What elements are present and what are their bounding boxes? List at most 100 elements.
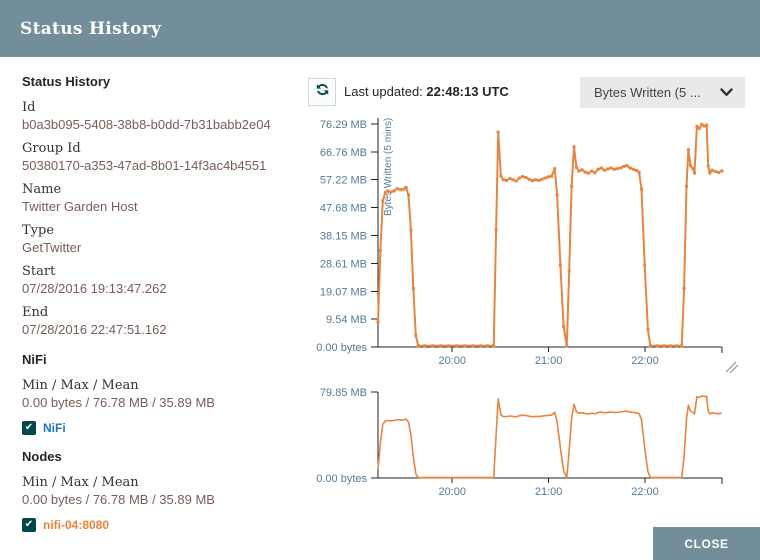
data-point-marker [524, 175, 528, 179]
metric-select-value: Bytes Written (5 ... [594, 85, 701, 100]
data-point-marker [499, 174, 503, 178]
main-y-tick-label: 76.29 MB [320, 119, 367, 131]
field-name: Name Twitter Garden Host [22, 181, 304, 215]
data-point-marker [439, 344, 443, 348]
data-point-marker [684, 184, 688, 188]
data-point-marker [431, 344, 435, 348]
data-point-marker [376, 320, 380, 324]
data-point-marker [596, 167, 600, 171]
main-y-tick-label: 9.54 MB [326, 314, 367, 326]
data-point-marker [590, 169, 594, 173]
field-start: Start 07/28/2016 19:13:47.262 [22, 263, 304, 297]
data-point-marker [691, 167, 695, 171]
data-point-marker [648, 344, 652, 348]
data-point-marker [682, 287, 686, 291]
field-value: 07/28/2016 22:47:51.162 [22, 322, 167, 337]
data-point-marker [395, 187, 399, 191]
data-point-marker [567, 269, 571, 273]
field-end: End 07/28/2016 22:47:51.162 [22, 304, 304, 338]
data-point-marker [612, 167, 616, 171]
data-point-marker [706, 164, 710, 168]
main-y-tick-label: 19.07 MB [320, 286, 367, 298]
data-point-marker [717, 170, 721, 174]
data-point-marker [615, 167, 619, 171]
data-point-marker [447, 344, 451, 348]
dialog-title: Status History [20, 18, 162, 39]
last-updated: Last updated: 22:48:13 UTC [344, 84, 509, 99]
data-point-marker [378, 249, 382, 253]
stat-label: Min / Max / Mean [22, 475, 139, 490]
refresh-button[interactable] [308, 78, 336, 106]
data-point-marker [533, 178, 537, 182]
field-label: Start [22, 264, 56, 279]
main-x-tick-label: 20:00 [438, 355, 466, 367]
checked-checkbox-icon[interactable]: ✔ [22, 421, 36, 435]
data-point-marker [713, 170, 717, 174]
refresh-icon [315, 82, 330, 102]
data-point-marker [646, 327, 650, 331]
bytes-written-main-chart[interactable]: 76.29 MB 66.76 MB 57.22 MB 47.68 MB 38.15 MB… [300, 105, 760, 380]
field-label: Group Id [22, 141, 81, 156]
stat-value: 0.00 bytes / 76.78 MB / 35.89 MB [22, 492, 215, 507]
field-value: 07/28/2016 19:13:47.262 [22, 281, 167, 296]
data-point-marker [599, 166, 603, 170]
data-point-marker [640, 187, 644, 191]
data-point-marker [708, 171, 712, 175]
chart-resize-handle[interactable] [725, 361, 739, 374]
stat-label: Min / Max / Mean [22, 378, 139, 393]
data-point-marker [527, 177, 531, 181]
data-point-marker [593, 171, 597, 175]
data-point-marker [574, 165, 578, 169]
data-point-marker [471, 344, 475, 348]
data-point-marker [675, 344, 679, 348]
field-label: Id [22, 100, 36, 115]
brush-x-tick-label: 22:00 [631, 486, 659, 498]
metric-select[interactable]: Bytes Written (5 ... [580, 77, 745, 108]
data-point-marker [389, 190, 393, 194]
field-value: GetTwitter [22, 240, 82, 255]
data-point-marker [496, 130, 500, 134]
data-point-marker [407, 193, 411, 197]
data-point-marker [423, 344, 427, 348]
data-point-marker [643, 263, 647, 267]
data-point-marker [668, 344, 672, 348]
data-point-marker [530, 179, 534, 183]
brush-y-tick-label: 0.00 bytes [316, 473, 367, 485]
nodes-heading: Nodes [22, 449, 62, 464]
data-point-marker [637, 170, 641, 174]
nodes-stats: Min / Max / Mean 0.00 bytes / 76.78 MB /… [22, 474, 304, 508]
chevron-down-icon [720, 84, 733, 102]
data-point-marker [511, 178, 515, 182]
node-series-toggle[interactable]: ✔ nifi-04:8080 [22, 518, 304, 532]
data-point-marker [517, 176, 521, 180]
data-point-marker [697, 126, 701, 130]
data-point-marker [680, 344, 684, 348]
node-series-label: nifi-04:8080 [43, 518, 110, 532]
field-value: b0a3b095-5408-38b8-b0dd-7b31babb2e04 [22, 117, 271, 132]
data-point-marker [494, 228, 498, 232]
main-y-tick-label: 47.68 MB [320, 203, 367, 215]
bytes-written-overview-brush-chart[interactable]: 79.85 MB 0.00 bytes 20:00 21:00 22:00 [300, 378, 760, 506]
main-x-tick-label: 22:00 [631, 355, 659, 367]
details-panel: Status History Id b0a3b095-5408-38b8-b0d… [22, 74, 304, 534]
data-point-marker [705, 123, 709, 127]
cluster-series-toggle[interactable]: ✔ NiFi [22, 421, 304, 435]
data-point-marker [583, 170, 587, 174]
data-point-marker [565, 344, 569, 348]
data-point-marker [414, 333, 418, 337]
data-point-marker [586, 171, 590, 175]
data-point-marker [693, 171, 697, 175]
data-point-marker [416, 344, 420, 348]
data-point-marker [686, 148, 690, 152]
status-history-dialog: Status History Status History Id b0a3b09… [0, 0, 760, 560]
cluster-stats: Min / Max / Mean 0.00 bytes / 76.78 MB /… [22, 377, 304, 411]
data-point-marker [485, 344, 489, 348]
close-button[interactable]: CLOSE [653, 527, 760, 560]
field-type: Type GetTwitter [22, 222, 304, 256]
checked-checkbox-icon[interactable]: ✔ [22, 518, 36, 532]
field-label: Name [22, 182, 62, 197]
main-y-tick-label: 38.15 MB [320, 230, 367, 242]
data-point-marker [505, 178, 509, 182]
data-point-marker [381, 199, 385, 203]
data-point-marker [689, 164, 693, 168]
